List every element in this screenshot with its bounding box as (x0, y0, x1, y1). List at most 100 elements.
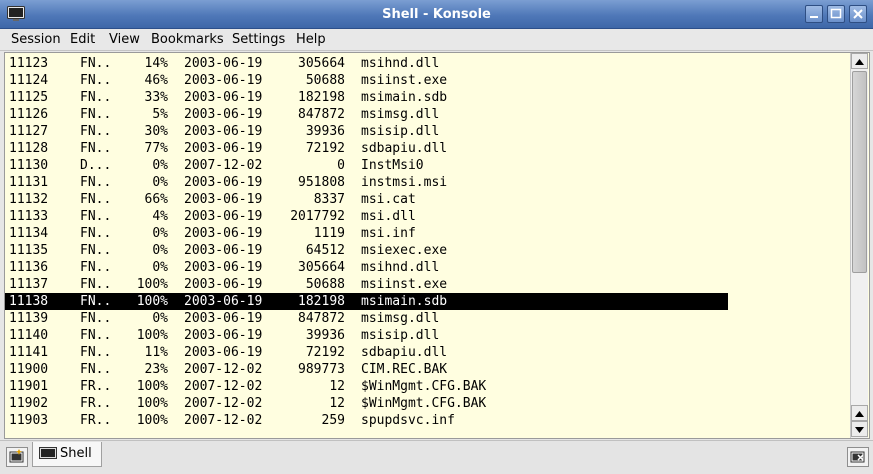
terminal-line: 11136 FN.. 0% 2003-06-19 305664 msihnd.dll (5, 259, 850, 276)
cell-pct: 5% (152, 107, 168, 122)
cell-date: 2003-06-19 (184, 141, 263, 156)
close-button[interactable] (849, 5, 867, 23)
terminal-line: 11903 FR.. 100% 2007-12-02 259 spupdsvc.inf (5, 412, 850, 429)
cell-flags: FN.. (80, 311, 112, 326)
cell-date: 2003-06-19 (184, 73, 263, 88)
terminal-line: 11133 FN.. 4% 2003-06-19 2017792 msi.dll (5, 208, 850, 225)
cell-id: 11902 (9, 396, 49, 411)
cell-flags: FN.. (80, 362, 112, 377)
cell-date: 2007-12-02 (184, 158, 263, 173)
cell-size: 847872 (298, 107, 345, 122)
cell-pct: 66% (144, 192, 168, 207)
scroll-up-button-lower[interactable] (851, 405, 868, 421)
cell-id: 11900 (9, 362, 49, 377)
menu-bar: Session Edit View Bookmarks Settings Hel… (0, 29, 873, 51)
tab-shell[interactable]: Shell (32, 442, 102, 467)
cell-name: spupdsvc.inf (361, 413, 455, 428)
menu-session[interactable]: Session (11, 29, 61, 51)
menu-settings[interactable]: Settings (232, 29, 285, 51)
menu-bookmarks[interactable]: Bookmarks (151, 29, 224, 51)
cell-name: InstMsi0 (361, 158, 424, 173)
close-icon (853, 9, 863, 19)
cell-id: 11126 (9, 107, 49, 122)
cell-name: msi.inf (361, 226, 416, 241)
cell-id: 11135 (9, 243, 49, 258)
terminal-line: 11900 FN.. 23% 2007-12-02 989773 CIM.REC.BAK (5, 361, 850, 378)
terminal-line: 11127 FN.. 30% 2003-06-19 39936 msisip.dll (5, 123, 850, 140)
maximize-button[interactable] (827, 5, 845, 23)
terminal-line: 11135 FN.. 0% 2003-06-19 64512 msiexec.exe (5, 242, 850, 259)
cell-pct: 100% (136, 379, 168, 394)
cell-name: msi.dll (361, 209, 416, 224)
arrow-up-icon (855, 59, 864, 65)
menu-edit[interactable]: Edit (70, 29, 95, 51)
terminal-line: 11140 FN.. 100% 2003-06-19 39936 msisip.dll (5, 327, 850, 344)
minimize-button[interactable] (805, 5, 823, 23)
cell-id: 11139 (9, 311, 49, 326)
cell-date: 2003-06-19 (184, 192, 263, 207)
cell-id: 11128 (9, 141, 49, 156)
cell-id: 11130 (9, 158, 49, 173)
cell-id: 11125 (9, 90, 49, 105)
terminal-line: 11124 FN.. 46% 2003-06-19 50688 msiinst.exe (5, 72, 850, 89)
terminal-line: 11902 FR.. 100% 2007-12-02 12 $WinMgmt.CFG.BA… (5, 395, 850, 412)
window-title: Shell - Konsole (382, 7, 491, 22)
cell-flags: FR.. (80, 379, 112, 394)
terminal-line: 11901 FR.. 100% 2007-12-02 12 $WinMgmt.CFG.BA… (5, 378, 850, 395)
cell-pct: 0% (152, 175, 168, 190)
scroll-up-button[interactable] (851, 53, 868, 69)
cell-size: 12 (329, 396, 345, 411)
cell-pct: 100% (136, 413, 168, 428)
cell-size: 39936 (305, 124, 345, 139)
cell-date: 2003-06-19 (184, 209, 263, 224)
cell-flags: FN.. (80, 107, 112, 122)
cell-id: 11132 (9, 192, 49, 207)
cell-flags: FN.. (80, 294, 112, 309)
cell-id: 11134 (9, 226, 49, 241)
terminal-output[interactable]: 11123 FN.. 14% 2003-06-19 305664 msihnd.dll 11… (5, 53, 850, 438)
cell-pct: 14% (144, 56, 168, 71)
cell-flags: FR.. (80, 396, 112, 411)
cell-flags: FN.. (80, 73, 112, 88)
new-tab-button[interactable] (6, 447, 28, 467)
cell-name: sdbapiu.dll (361, 345, 448, 360)
cell-pct: 100% (136, 277, 168, 292)
cell-name: msimsg.dll (361, 311, 440, 326)
cell-size: 2017792 (290, 209, 345, 224)
cell-pct: 0% (152, 243, 168, 258)
cell-size: 305664 (298, 260, 345, 275)
cell-name: msihnd.dll (361, 260, 440, 275)
menu-help[interactable]: Help (296, 29, 326, 51)
cell-pct: 4% (152, 209, 168, 224)
cell-name: msiexec.exe (361, 243, 448, 258)
cell-flags: FN.. (80, 56, 112, 71)
cell-id: 11123 (9, 56, 49, 71)
cell-flags: D... (80, 158, 112, 173)
cell-name: msisip.dll (361, 124, 440, 139)
cell-pct: 30% (144, 124, 168, 139)
close-tab-button[interactable] (847, 447, 869, 467)
cell-id: 11133 (9, 209, 49, 224)
cell-size: 39936 (305, 328, 345, 343)
cell-name: msi.cat (361, 192, 416, 207)
cell-name: $WinMgmt.CFG.BAK (361, 396, 487, 411)
menu-view[interactable]: View (109, 29, 140, 51)
cell-date: 2007-12-02 (184, 362, 263, 377)
cell-date: 2003-06-19 (184, 328, 263, 343)
terminal-frame: 11123 FN.. 14% 2003-06-19 305664 msihnd.dll 11… (4, 52, 870, 439)
cell-pct: 23% (144, 362, 168, 377)
cell-flags: FN.. (80, 260, 112, 275)
scrollbar-thumb[interactable] (852, 71, 867, 273)
cell-size: 259 (321, 413, 345, 428)
vertical-scrollbar[interactable] (850, 53, 868, 438)
terminal-line: 11141 FN.. 11% 2003-06-19 72192 sdbapiu.dll (5, 344, 850, 361)
scroll-down-button[interactable] (851, 421, 868, 437)
cell-pct: 46% (144, 73, 168, 88)
cell-size: 305664 (298, 56, 345, 71)
cell-date: 2007-12-02 (184, 379, 263, 394)
cell-flags: FN.. (80, 124, 112, 139)
cell-id: 11141 (9, 345, 49, 360)
window-titlebar[interactable]: Shell - Konsole (0, 0, 873, 29)
cell-flags: FN.. (80, 192, 112, 207)
cell-pct: 0% (152, 158, 168, 173)
